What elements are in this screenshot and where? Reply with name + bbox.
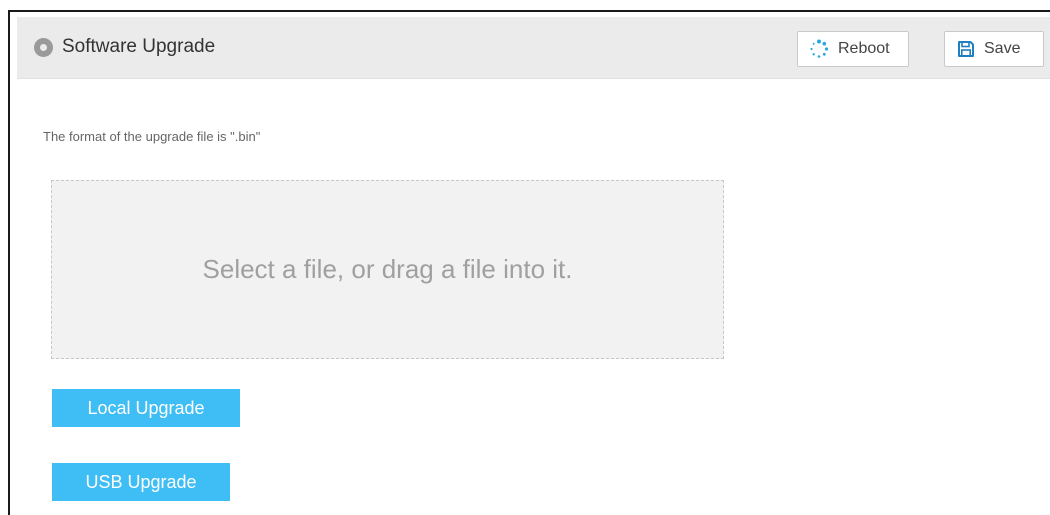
floppy-disk-icon	[958, 41, 974, 57]
page-title: Software Upgrade	[62, 36, 216, 57]
circle-dot-icon	[34, 38, 53, 57]
reboot-label: Reboot	[838, 40, 890, 57]
save-label: Save	[984, 40, 1021, 57]
file-dropzone[interactable]: Select a file, or drag a file into it.	[51, 180, 724, 359]
usb-upgrade-button[interactable]: USB Upgrade	[52, 463, 230, 501]
save-button[interactable]: Save	[944, 31, 1044, 67]
reboot-button[interactable]: Reboot	[797, 31, 909, 67]
app-frame: Software Upgrade Reboot Save The format …	[8, 10, 1050, 515]
panel-header: Software Upgrade Reboot Save	[17, 17, 1050, 79]
format-note: The format of the upgrade file is ".bin"	[43, 129, 261, 144]
local-upgrade-button[interactable]: Local Upgrade	[52, 389, 240, 427]
upgrade-panel: The format of the upgrade file is ".bin"…	[10, 100, 1050, 515]
spinner-icon	[810, 39, 829, 58]
dropzone-text: Select a file, or drag a file into it.	[202, 254, 573, 284]
